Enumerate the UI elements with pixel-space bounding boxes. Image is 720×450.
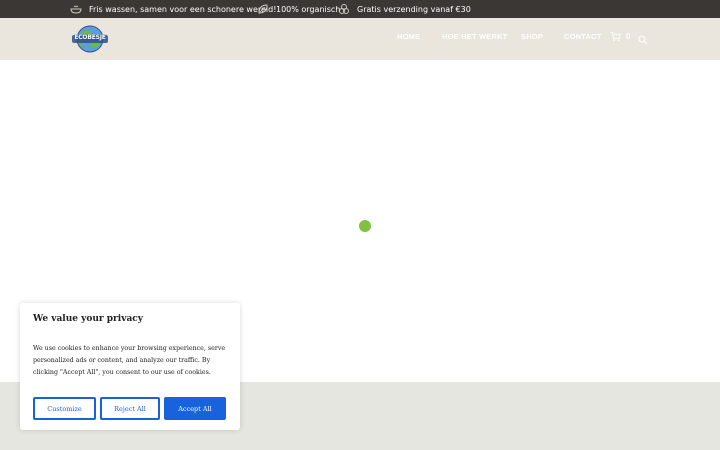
nav-contact[interactable]: CONTACT: [564, 32, 602, 41]
cart-button[interactable]: 0: [610, 31, 630, 42]
nav-how-it-works[interactable]: HOE HET WERKT: [442, 32, 508, 41]
site-header: ECOBESJE HOME HOE HET WERKT SHOP CONTACT…: [0, 18, 720, 60]
announcement-item: 100% organisch: [257, 0, 340, 18]
cookie-consent-banner: We value your privacy We use cookies to …: [20, 303, 240, 430]
cookie-title: We value your privacy: [33, 314, 143, 324]
washing-bowl-icon: [70, 3, 82, 15]
cart-count: 0: [626, 32, 631, 41]
announcement-item: Gratis verzending vanaf €30: [338, 0, 471, 18]
leaf-icon: [257, 3, 269, 15]
announcement-item: Fris wassen, samen voor een schonere wer…: [70, 0, 276, 18]
announcement-text: 100% organisch: [276, 4, 341, 14]
shipping-box-icon: [338, 3, 350, 15]
cart-icon: [610, 31, 621, 42]
search-icon[interactable]: [638, 32, 648, 45]
announcement-bar: Fris wassen, samen voor een schonere wer…: [0, 0, 720, 18]
customize-button[interactable]: Customize: [33, 397, 96, 420]
accept-all-button[interactable]: Accept All: [164, 397, 226, 420]
reject-all-button[interactable]: Reject All: [100, 397, 160, 420]
cookie-description: We use cookies to enhance your browsing …: [33, 345, 226, 376]
loading-spinner: [359, 220, 371, 232]
nav-shop[interactable]: SHOP: [521, 32, 543, 41]
nav-home[interactable]: HOME: [397, 32, 420, 41]
announcement-text: Fris wassen, samen voor een schonere wer…: [89, 4, 277, 14]
announcement-text: Gratis verzending vanaf €30: [357, 4, 471, 14]
